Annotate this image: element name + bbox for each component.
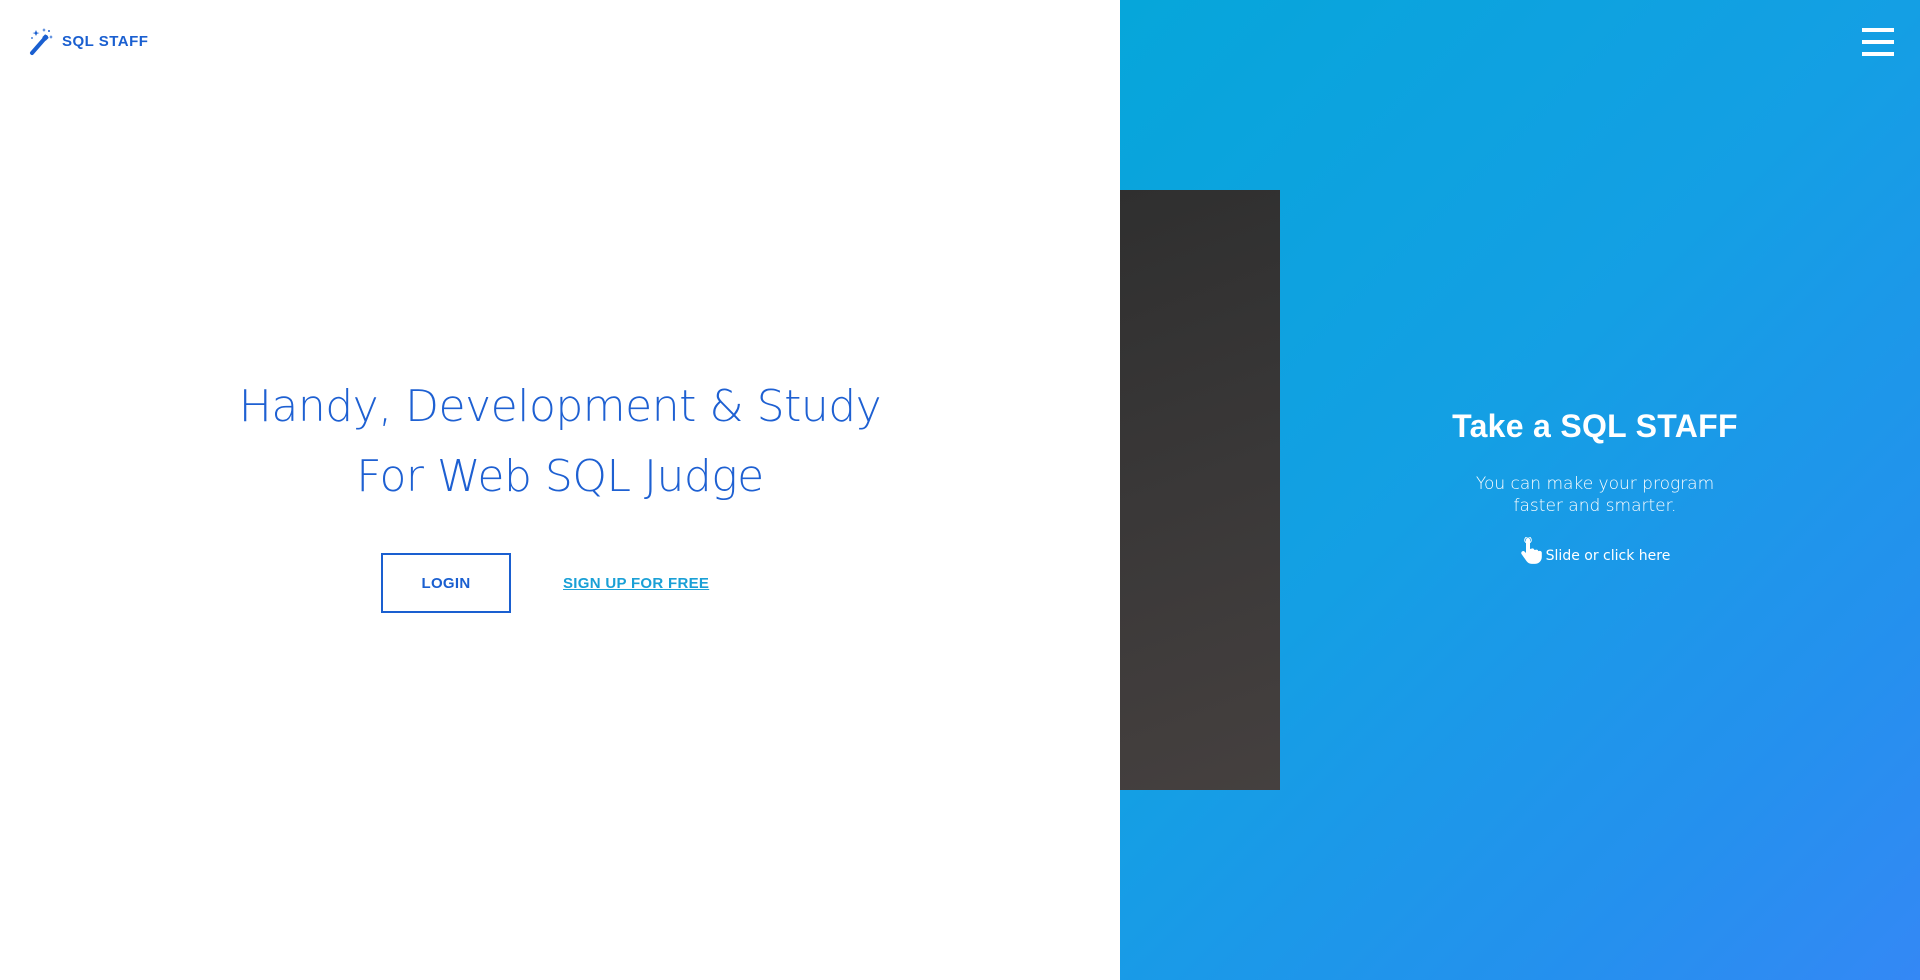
- brand-logo[interactable]: SQL STAFF: [28, 26, 148, 56]
- hero-line-2: For Web SQL Judge: [356, 451, 764, 502]
- promo-description-line-2: faster and smarter.: [1513, 496, 1677, 516]
- hamburger-menu-icon[interactable]: [1862, 28, 1894, 56]
- hero-heading: Handy, Development & Study For Web SQL J…: [0, 372, 1120, 512]
- signup-link[interactable]: SIGN UP FOR FREE: [563, 575, 709, 592]
- pointing-hand-icon: [1520, 537, 1542, 564]
- promo-description: You can make your program faster and sma…: [1395, 473, 1795, 517]
- left-panel: SQL STAFF Handy, Development & Study For…: [0, 0, 1120, 980]
- menu-bar-bottom: [1862, 52, 1894, 56]
- menu-bar-middle: [1862, 40, 1894, 44]
- promo-title: Take a SQL STAFF: [1452, 408, 1738, 444]
- promo-description-line-1: You can make your program: [1475, 474, 1715, 494]
- slide-preview-panel: [1120, 190, 1280, 790]
- hero-line-1: Handy, Development & Study: [238, 381, 882, 432]
- magic-wand-icon: [30, 28, 53, 55]
- auth-actions: LOGIN SIGN UP FOR FREE: [381, 553, 709, 613]
- brand-name: SQL STAFF: [62, 32, 149, 50]
- menu-bar-top: [1862, 28, 1894, 32]
- landing-page: SQL STAFF Handy, Development & Study For…: [0, 0, 1920, 980]
- login-button[interactable]: LOGIN: [381, 553, 511, 613]
- slide-or-click-button[interactable]: Slide or click here: [1520, 537, 1671, 565]
- slide-or-click-label: Slide or click here: [1545, 548, 1671, 564]
- promo-block: Take a SQL STAFF You can make your progr…: [1395, 408, 1795, 570]
